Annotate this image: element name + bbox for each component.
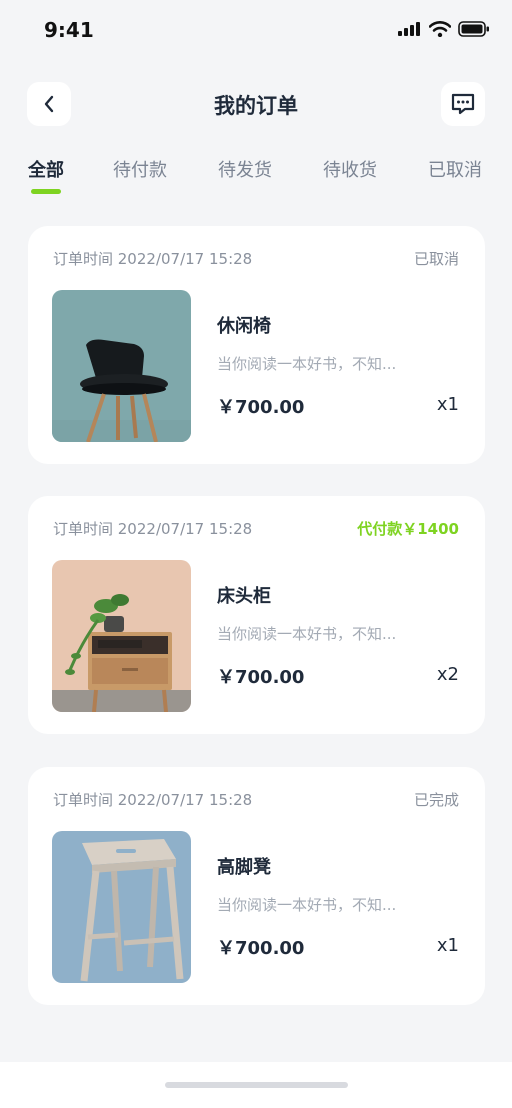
header: 我的订单 — [0, 78, 512, 130]
product-quantity: x1 — [436, 394, 459, 415]
order-status: 已完成 — [413, 791, 459, 809]
product-image[interactable] — [52, 831, 191, 983]
bottom-bar — [0, 1062, 512, 1108]
order-card[interactable]: 订单时间 2022/07/17 15:28 已取消 休闲椅 当你阅读一本好书，不… — [28, 226, 485, 464]
product-price: ￥700.00 — [217, 667, 305, 688]
tab-all[interactable]: 全部 — [28, 156, 64, 182]
order-time: 订单时间 2022/07/17 15:28 — [53, 520, 253, 538]
cellular-signal-icon — [398, 22, 420, 36]
product-quantity: x2 — [436, 664, 459, 685]
order-time: 订单时间 2022/07/17 15:28 — [53, 250, 253, 268]
battery-icon — [458, 21, 489, 37]
order-card[interactable]: 订单时间 2022/07/17 15:28 已完成 高脚凳 当你阅读一本好书，不… — [28, 767, 485, 1005]
tab-pending-shipment[interactable]: 待发货 — [218, 156, 272, 182]
product-description: 当你阅读一本好书，不知... — [217, 355, 397, 373]
nightstand-with-plant-image — [52, 560, 191, 712]
product-name: 休闲椅 — [217, 316, 271, 337]
message-button[interactable] — [441, 82, 485, 126]
wooden-stool-image — [52, 831, 191, 983]
status-icons — [398, 21, 490, 37]
tab-pending-receipt[interactable]: 待收货 — [323, 156, 377, 182]
home-indicator[interactable] — [165, 1082, 348, 1088]
tab-pending-payment[interactable]: 待付款 — [113, 156, 167, 182]
wifi-icon — [429, 21, 451, 37]
status-bar: 9:41 — [0, 0, 512, 62]
order-status: 代付款￥1400 — [357, 520, 459, 538]
order-tabs: 全部 待付款 待发货 待收货 已取消 — [0, 156, 512, 196]
black-chair-image — [52, 290, 191, 442]
order-time: 订单时间 2022/07/17 15:28 — [53, 791, 253, 809]
product-description: 当你阅读一本好书，不知... — [217, 625, 397, 643]
page-title: 我的订单 — [214, 94, 298, 118]
active-tab-indicator — [31, 189, 61, 194]
product-image[interactable] — [52, 290, 191, 442]
product-quantity: x1 — [436, 935, 459, 956]
product-image[interactable] — [52, 560, 191, 712]
status-time: 9:41 — [44, 18, 94, 42]
product-price: ￥700.00 — [217, 938, 305, 959]
product-name: 床头柜 — [217, 586, 271, 607]
product-description: 当你阅读一本好书，不知... — [217, 896, 397, 914]
order-status: 已取消 — [413, 250, 459, 268]
chat-bubble-icon — [451, 93, 475, 115]
product-price: ￥700.00 — [217, 397, 305, 418]
order-card[interactable]: 订单时间 2022/07/17 15:28 代付款￥1400 床头柜 当你阅读一… — [28, 496, 485, 734]
tab-cancelled[interactable]: 已取消 — [428, 156, 482, 182]
product-name: 高脚凳 — [217, 857, 271, 878]
